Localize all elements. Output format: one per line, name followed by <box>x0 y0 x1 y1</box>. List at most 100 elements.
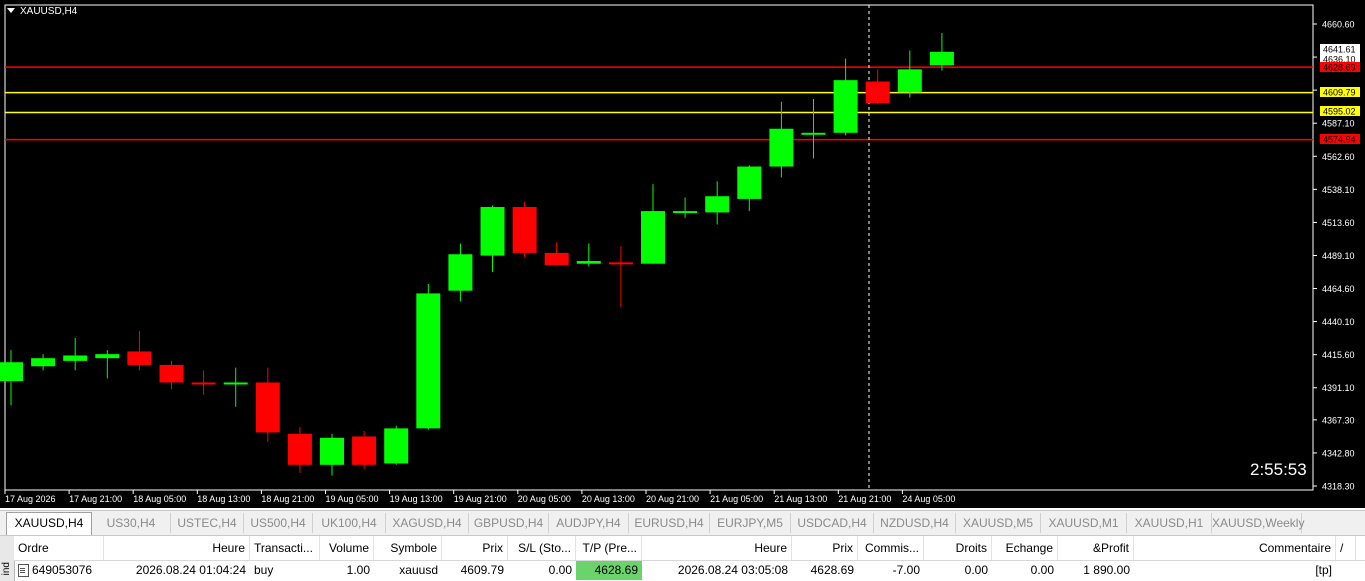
price-tick-label: 4342.80 <box>1322 448 1355 458</box>
column-header[interactable]: / <box>1336 536 1356 560</box>
price-chart[interactable]: 4660.604636.104611.604587.104562.604538.… <box>0 0 1365 508</box>
price-label-text: 4574.94 <box>1323 135 1356 145</box>
candle-body <box>769 128 794 167</box>
history-cell: 2026.08.24 03:05:08 <box>677 563 788 577</box>
chart-tabs-bar: XAUUSD,H4 US30,H4 USTEC,H4 US500,H4 UK100,H4… <box>0 510 1365 536</box>
chart-area[interactable]: 4660.604636.104611.604587.104562.604538.… <box>0 0 1365 508</box>
candle-body <box>384 428 409 464</box>
price-tick-label: 4538.10 <box>1322 185 1355 195</box>
column-header[interactable]: Prix <box>792 536 858 560</box>
chart-tab-us30-h4[interactable]: US30,H4 <box>92 513 171 533</box>
column-header[interactable]: Heure <box>104 536 250 560</box>
chart-tab-nzdusd-h4[interactable]: NZDUSD,H4 <box>874 513 956 533</box>
candle-timer: 2:55:53 <box>1250 460 1307 479</box>
history-cell: 4628.69 <box>576 561 642 580</box>
order-document-icon <box>18 564 29 578</box>
chart-tab-audjpy-h4[interactable]: AUDJPY,H4 <box>549 513 629 533</box>
price-tick-label: 4367.30 <box>1322 415 1355 425</box>
candle-body <box>544 252 569 266</box>
candle-body <box>223 382 248 385</box>
candle-body <box>929 51 954 66</box>
column-header[interactable]: Heure <box>642 536 792 560</box>
time-tick-label: 17 Aug 2026 <box>5 494 56 504</box>
candle-body <box>801 132 826 135</box>
candle-body <box>865 81 890 104</box>
candle-body <box>287 433 312 465</box>
history-cell: 1.00 <box>346 563 370 577</box>
order-number: 649053076 <box>32 563 93 577</box>
time-tick-label: 21 Aug 21:00 <box>838 494 891 504</box>
terminal-panel: ind Ordre Heure Transacti... Volume Symbole P… <box>0 536 1365 581</box>
candle-body <box>31 358 56 367</box>
time-tick-label: 19 Aug 05:00 <box>326 494 379 504</box>
column-header[interactable]: &Profit <box>1058 536 1134 560</box>
price-tick-label: 4587.10 <box>1322 119 1355 129</box>
chart-tab-xauusd-m5[interactable]: XAUUSD,M5 <box>956 513 1041 533</box>
chart-tab-uk100-h4[interactable]: UK100,H4 <box>313 513 386 533</box>
candle-body <box>352 436 377 465</box>
chart-tab-xauusd-weekly[interactable]: XAUUSD,Weekly <box>1212 513 1304 533</box>
chart-tab-usdcad-h4[interactable]: USDCAD,H4 <box>791 513 874 533</box>
time-tick-label: 18 Aug 05:00 <box>133 494 186 504</box>
chart-tab-eurjpy-m5[interactable]: EURJPY,M5 <box>710 513 791 533</box>
chart-tab-xauusd-m1[interactable]: XAUUSD,M1 <box>1041 513 1127 533</box>
history-cell: -7.00 <box>892 563 920 577</box>
history-cell: 4628.69 <box>810 563 854 577</box>
price-tick-label: 4464.60 <box>1322 284 1355 294</box>
column-header[interactable]: Commis... <box>858 536 924 560</box>
terminal-side-label: ind <box>1 562 12 576</box>
history-header-row: Ordre Heure Transacti... Volume Symbole Prix S… <box>14 536 1365 561</box>
column-header[interactable]: Transacti... <box>250 536 320 560</box>
time-tick-label: 20 Aug 13:00 <box>582 494 635 504</box>
column-header[interactable]: Symbole <box>374 536 442 560</box>
price-tick-label: 4513.60 <box>1322 218 1355 228</box>
column-header[interactable]: Droits <box>924 536 992 560</box>
chart-tab-xauusd-h4[interactable]: XAUUSD,H4 <box>6 512 92 535</box>
price-tick-label: 4440.10 <box>1322 317 1355 327</box>
time-tick-label: 18 Aug 21:00 <box>261 494 314 504</box>
chart-tab-xauusd-h1[interactable]: XAUUSD,H1 <box>1127 513 1212 533</box>
history-cell: xauusd <box>399 563 438 577</box>
price-tick-label: 4489.10 <box>1322 251 1355 261</box>
time-tick-label: 20 Aug 05:00 <box>518 494 571 504</box>
column-header[interactable]: Ordre <box>14 536 104 560</box>
chart-menu-arrow-icon[interactable] <box>7 8 15 13</box>
history-cell: buy <box>254 563 274 577</box>
chart-tab-gbpusd-h4[interactable]: GBPUSD,H4 <box>469 513 549 533</box>
candle-body <box>159 364 184 383</box>
history-row[interactable]: 649053076 2026.08.24 01:04:24 buy 1.00 xauus… <box>14 561 1365 580</box>
candle-body <box>320 437 344 465</box>
history-cell: [tp] <box>1315 563 1332 577</box>
time-tick-label: 21 Aug 13:00 <box>774 494 827 504</box>
chart-tab-eurusd-h4[interactable]: EURUSD,H4 <box>629 513 710 533</box>
candle-body <box>448 254 473 291</box>
terminal-side-strip[interactable]: ind <box>0 536 15 581</box>
history-cell: 1 890.00 <box>1083 563 1130 577</box>
candle-body <box>127 351 152 365</box>
chart-tab-xagusd-h4[interactable]: XAGUSD,H4 <box>386 513 469 533</box>
candle-body <box>705 196 730 213</box>
column-header[interactable]: Prix <box>442 536 508 560</box>
time-tick-label: 18 Aug 13:00 <box>197 494 250 504</box>
column-header[interactable]: Volume <box>320 536 374 560</box>
chart-tab-ustec-h4[interactable]: USTEC,H4 <box>171 513 244 533</box>
candle-body <box>608 262 633 265</box>
candle-body <box>0 362 23 382</box>
candle-body <box>737 166 762 199</box>
history-cell: 649053076 <box>14 561 104 580</box>
candle-body <box>95 354 120 359</box>
candle-body <box>576 261 601 264</box>
column-header[interactable]: T/P (Pre... <box>576 536 642 560</box>
candle-body <box>255 382 280 433</box>
price-tick-label: 4318.30 <box>1322 482 1355 492</box>
column-header[interactable]: S/L (Sto... <box>508 536 576 560</box>
candle-body <box>63 355 88 361</box>
history-cell: 2026.08.24 01:04:24 <box>135 563 246 577</box>
time-tick-label: 21 Aug 05:00 <box>710 494 763 504</box>
chart-tab-us500-h4[interactable]: US500,H4 <box>244 513 313 533</box>
column-header[interactable]: Echange <box>992 536 1058 560</box>
candle-body <box>833 80 858 133</box>
candle-body <box>673 211 698 214</box>
column-header[interactable]: Commentaire <box>1134 536 1336 560</box>
time-tick-label: 24 Aug 05:00 <box>902 494 955 504</box>
